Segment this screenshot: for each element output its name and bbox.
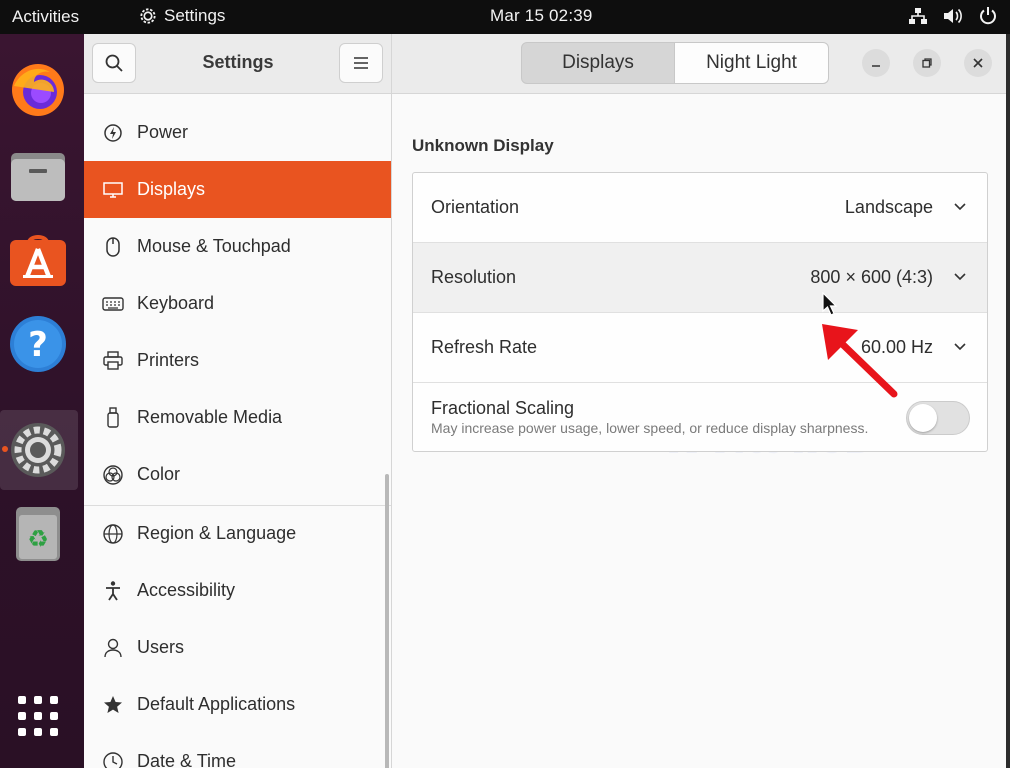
star-icon xyxy=(102,694,124,716)
firefox-icon xyxy=(12,64,64,116)
activities-button[interactable]: Activities xyxy=(12,7,79,27)
sidebar-scrollbar[interactable] xyxy=(385,474,389,768)
main-header: Displays Night Light xyxy=(392,34,1006,94)
mouse-cursor-icon xyxy=(822,292,838,316)
primary-menu-button[interactable] xyxy=(339,43,383,83)
sidebar-item-label: Displays xyxy=(137,179,206,199)
dock-app-center[interactable] xyxy=(8,230,68,290)
sidebar-item-users[interactable]: Users xyxy=(84,619,391,676)
refresh-rate-label: Refresh Rate xyxy=(431,337,538,357)
chevron-down-icon xyxy=(954,203,966,211)
restore-icon xyxy=(922,58,932,68)
power-menu-icon xyxy=(980,7,996,25)
tab-displays[interactable]: Displays xyxy=(521,42,675,84)
sidebar-item-removable-media[interactable]: Removable Media xyxy=(84,389,391,446)
dock-help[interactable]: ? xyxy=(8,314,68,374)
system-tray[interactable] xyxy=(908,6,998,26)
dock-show-apps[interactable] xyxy=(8,686,68,746)
help-icon: ? xyxy=(10,316,66,372)
color-icon xyxy=(102,464,124,486)
app-menu[interactable]: Settings xyxy=(138,6,225,26)
resolution-label: Resolution xyxy=(431,267,517,287)
volume-icon xyxy=(944,8,962,24)
sidebar-item-default-apps[interactable]: Default Applications xyxy=(84,676,391,733)
mouse-icon xyxy=(102,236,124,258)
orientation-label: Orientation xyxy=(431,197,520,217)
app-menu-label: Settings xyxy=(164,6,226,25)
resolution-value: 800 × 600 (4:3) xyxy=(810,267,933,287)
files-icon xyxy=(11,153,65,201)
clock-icon xyxy=(102,751,124,768)
sidebar-item-label: Region & Language xyxy=(137,523,297,543)
display-icon xyxy=(102,179,124,201)
maximize-button[interactable] xyxy=(913,49,941,77)
annotation-arrow-icon xyxy=(822,324,898,398)
users-icon xyxy=(102,637,124,659)
orientation-row[interactable]: Orientation Landscape xyxy=(413,173,987,243)
printer-icon xyxy=(102,350,124,372)
display-settings-list: Orientation Landscape Resolution 800 × 6… xyxy=(412,172,988,452)
minimize-button[interactable] xyxy=(862,49,890,77)
sidebar-item-displays[interactable]: Displays xyxy=(84,161,391,218)
sidebar-item-label: Power xyxy=(137,122,189,142)
sidebar-item-accessibility[interactable]: Accessibility xyxy=(84,562,391,619)
sidebar-item-label: Keyboard xyxy=(137,293,215,313)
sidebar-item-label: Mouse & Touchpad xyxy=(137,236,291,256)
dock-trash[interactable]: ♻ xyxy=(8,504,68,564)
sidebar-header: Settings xyxy=(84,34,392,94)
show-apps-icon xyxy=(18,696,58,736)
sidebar-item-mouse[interactable]: Mouse & Touchpad xyxy=(84,218,391,275)
sidebar-item-label: Accessibility xyxy=(137,580,236,600)
network-icon xyxy=(909,8,927,24)
gear-icon xyxy=(140,8,156,24)
top-bar: Activities Settings Mar 15 02:39 xyxy=(0,0,1010,34)
dock-firefox[interactable] xyxy=(8,60,68,120)
chevron-down-icon xyxy=(954,343,966,351)
fractional-scaling-subtitle: May increase power usage, lower speed, o… xyxy=(431,420,869,436)
clock[interactable]: Mar 15 02:39 xyxy=(490,6,593,26)
chevron-down-icon xyxy=(954,273,966,281)
settings-icon xyxy=(11,423,65,477)
minimize-icon xyxy=(872,65,880,67)
settings-window: Settings Displays Night Light Power Disp… xyxy=(84,34,1006,768)
sidebar-item-label: Default Applications xyxy=(137,694,296,714)
close-button[interactable] xyxy=(964,49,992,77)
usb-icon xyxy=(102,406,124,429)
sidebar-item-label: Date & Time xyxy=(137,751,237,768)
fractional-scaling-label: Fractional Scaling xyxy=(431,398,575,418)
dock-settings[interactable] xyxy=(8,420,68,480)
orientation-value: Landscape xyxy=(844,197,933,217)
dock: ? ♻ xyxy=(0,34,84,768)
sidebar-item-keyboard[interactable]: Keyboard xyxy=(84,275,391,332)
close-icon xyxy=(973,58,983,68)
accessibility-icon xyxy=(102,580,124,602)
globe-icon xyxy=(102,523,124,545)
view-switcher: Displays Night Light xyxy=(521,42,829,84)
sidebar-item-region[interactable]: Region & Language xyxy=(84,505,391,562)
keyboard-icon xyxy=(102,293,124,315)
power-icon xyxy=(102,122,124,144)
sidebar-item-color[interactable]: Color xyxy=(84,446,391,503)
fractional-scaling-switch[interactable] xyxy=(906,401,970,435)
resolution-row[interactable]: Resolution 800 × 600 (4:3) xyxy=(413,243,987,313)
sidebar-item-label: Color xyxy=(137,464,181,484)
sidebar-item-printers[interactable]: Printers xyxy=(84,332,391,389)
svg-text:?: ? xyxy=(28,325,48,365)
dock-files[interactable] xyxy=(8,146,68,206)
sidebar-item-power[interactable]: Power xyxy=(84,104,391,161)
sidebar-item-date-time[interactable]: Date & Time xyxy=(84,733,391,768)
displays-panel: Unknown Display IT Pros HUB Orientation … xyxy=(392,94,1006,768)
tab-night-light[interactable]: Night Light xyxy=(675,42,829,84)
switch-knob xyxy=(909,404,937,432)
sidebar-item-label: Printers xyxy=(137,350,200,370)
sidebar: Power Displays Mouse & Touchpad Keyboard… xyxy=(84,94,392,768)
svg-text:♻: ♻ xyxy=(27,525,49,553)
trash-icon: ♻ xyxy=(16,507,60,561)
hamburger-icon xyxy=(354,57,368,69)
sidebar-item-label: Users xyxy=(137,637,185,657)
sidebar-item-label: Removable Media xyxy=(137,407,283,427)
display-name-heading: Unknown Display xyxy=(412,136,554,155)
app-center-icon xyxy=(10,235,66,286)
